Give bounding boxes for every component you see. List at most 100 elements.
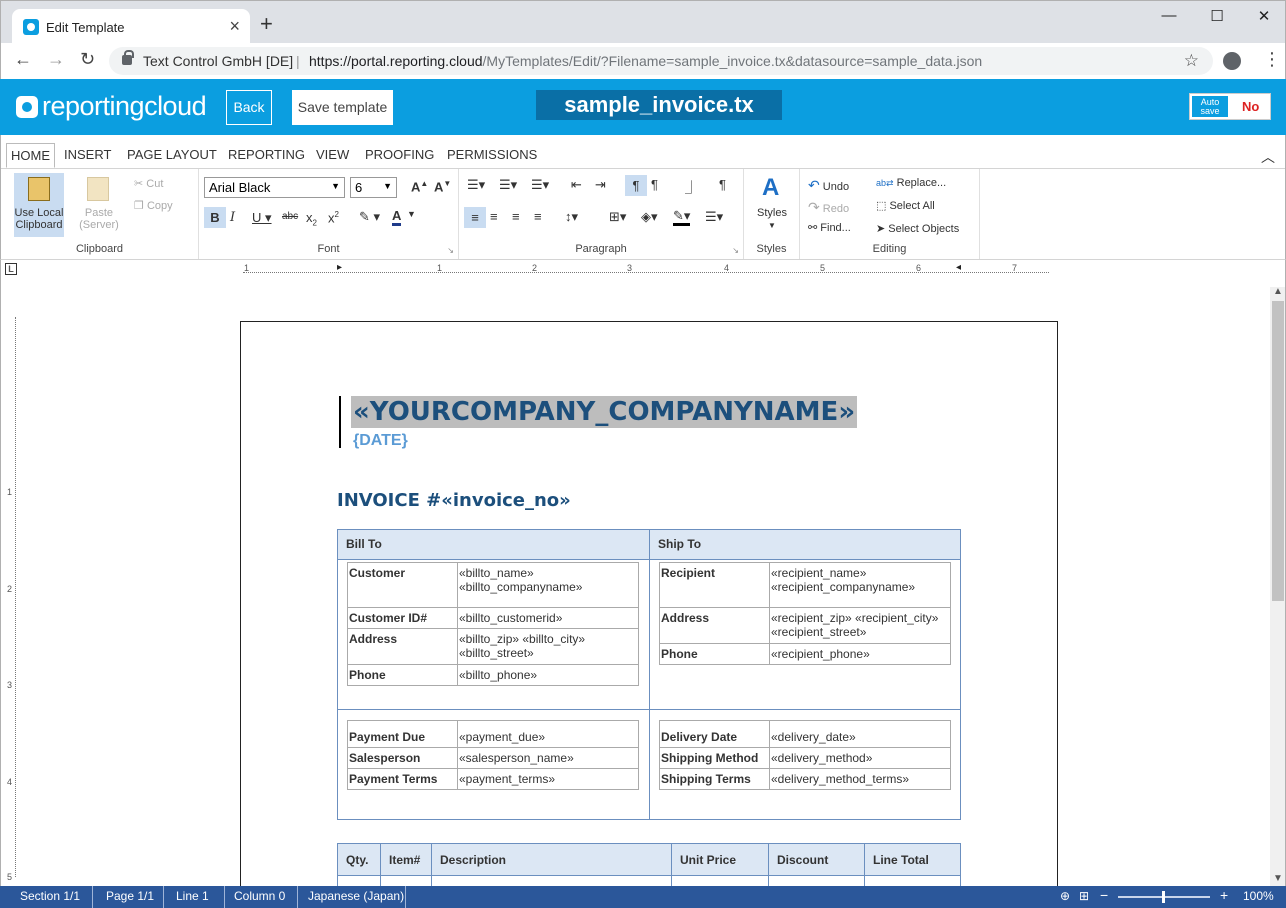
tab-insert[interactable]: INSERT (64, 147, 111, 162)
cell[interactable] (671, 875, 769, 886)
right-indent-marker-icon[interactable]: ◂ (956, 262, 961, 273)
line-spacing-icon[interactable]: ↕▾ (565, 209, 578, 225)
forward-arrow-icon[interactable]: → (47, 49, 65, 70)
ship-to-value[interactable]: «recipient_name» «recipient_companyname» (769, 562, 951, 608)
scroll-up-icon[interactable]: ▲ (1273, 286, 1283, 297)
paste-server-button[interactable]: Paste (Server) (73, 173, 125, 237)
browser-menu-icon[interactable]: ⋮ (1263, 50, 1281, 68)
align-center-icon[interactable]: ≡ (490, 209, 498, 224)
save-template-button[interactable]: Save template (292, 90, 393, 125)
back-button[interactable]: Back (226, 90, 272, 125)
collapse-ribbon-icon[interactable]: ︿ (1261, 147, 1275, 167)
column-header[interactable]: Unit Price (671, 843, 769, 876)
multilevel-list-icon[interactable]: ☰▾ (531, 177, 549, 193)
reload-icon[interactable]: ↻ (80, 49, 95, 70)
select-all-button[interactable]: ⬚ Select All (876, 199, 935, 212)
superscript-icon[interactable]: x2 (328, 210, 339, 225)
status-language[interactable]: Japanese (Japan) (308, 889, 404, 903)
tab-reporting[interactable]: REPORTING (228, 147, 305, 162)
right-to-left-icon[interactable]: ¶ (651, 177, 658, 192)
column-header[interactable]: Line Total (864, 843, 961, 876)
payment-value[interactable]: «payment_due» (457, 720, 639, 748)
tab-view[interactable]: VIEW (316, 147, 349, 162)
address-table[interactable]: Bill To Ship To Customer «billto_name» «bi… (337, 529, 961, 820)
frame-color-icon[interactable]: ✎▾ (673, 209, 691, 226)
cell[interactable] (337, 875, 381, 886)
cell[interactable] (380, 875, 432, 886)
payment-value[interactable]: «salesperson_name» (457, 747, 639, 769)
company-name-field[interactable]: «YOURCOMPANY_COMPANYNAME» (351, 396, 858, 428)
vertical-ruler[interactable]: 1 2 3 4 5 (0, 287, 26, 886)
document-workspace[interactable]: «YOURCOMPANY_COMPANYNAME» {DATE} INVOICE… (26, 287, 1270, 886)
align-left-icon[interactable]: ≡ (464, 207, 486, 228)
page-break-icon[interactable]: ⏌ (685, 177, 698, 196)
highlight-color-icon[interactable]: ✎ ▾ (359, 209, 380, 225)
paragraph-dialog-launcher-icon[interactable]: ↘ (732, 246, 739, 255)
use-local-clipboard-button[interactable]: Use Local Clipboard (14, 173, 64, 237)
bill-to-value[interactable]: «billto_name» «billto_companyname» (457, 562, 639, 608)
chevron-down-icon[interactable]: ▼ (407, 209, 416, 219)
date-field[interactable]: {DATE} (353, 432, 408, 450)
column-header[interactable]: Discount (768, 843, 865, 876)
zoom-out-button[interactable]: − (1100, 887, 1108, 903)
invoice-title[interactable]: INVOICE #«invoice_no» (337, 490, 571, 511)
find-button[interactable]: ⚯ Find... (808, 221, 851, 234)
font-name-select[interactable]: Arial Black ▼ (204, 177, 345, 198)
bill-to-value[interactable]: «billto_phone» (457, 664, 639, 686)
scrollbar-thumb[interactable] (1272, 301, 1284, 601)
tab-home[interactable]: HOME (6, 143, 55, 168)
scroll-down-icon[interactable]: ▼ (1273, 873, 1283, 884)
redo-button[interactable]: ↷ Redo (808, 199, 849, 216)
undo-button[interactable]: ↶ Undo (808, 177, 849, 194)
select-objects-button[interactable]: ➤ Select Objects (876, 222, 959, 235)
column-header[interactable]: Qty. (337, 843, 381, 876)
vertical-scrollbar[interactable]: ▲ ▼ (1270, 286, 1286, 886)
subscript-icon[interactable]: x2 (306, 210, 317, 228)
strikethrough-icon[interactable]: abc (282, 211, 298, 222)
zoom-slider-handle[interactable] (1162, 891, 1165, 903)
back-arrow-icon[interactable]: ← (14, 49, 32, 70)
numbering-icon[interactable]: ☰▾ (499, 177, 517, 193)
left-to-right-icon[interactable]: ¶ (625, 175, 647, 196)
url-input[interactable]: Text Control GmbH [DE] | https://portal.… (109, 47, 1213, 75)
close-window-icon[interactable]: ✕ (1249, 7, 1279, 25)
delivery-value[interactable]: «delivery_method» (769, 747, 951, 769)
horizontal-ruler[interactable]: L 1 1 2 3 4 5 6 7 ▸ ◂ (0, 260, 1286, 287)
new-tab-icon[interactable]: + (260, 13, 273, 35)
increase-indent-icon[interactable]: ⇥ (595, 177, 606, 193)
ship-to-value[interactable]: «recipient_phone» (769, 643, 951, 665)
bullets-icon[interactable]: ☰▾ (467, 177, 485, 193)
show-formatting-icon[interactable]: ¶ (719, 177, 726, 192)
cell[interactable] (431, 875, 672, 886)
font-color-icon[interactable]: A (392, 209, 402, 226)
bill-to-value[interactable]: «billto_customerid» (457, 607, 639, 629)
bookmark-star-icon[interactable]: ☆ (1184, 51, 1199, 71)
payment-value[interactable]: «payment_terms» (457, 768, 639, 790)
font-dialog-launcher-icon[interactable]: ↘ (447, 246, 454, 255)
column-header[interactable]: Item# (380, 843, 432, 876)
shading-icon[interactable]: ◈▾ (641, 209, 658, 225)
bold-icon[interactable]: B (204, 207, 226, 228)
cut-button[interactable]: ✂ Cut (134, 177, 163, 190)
grow-font-icon[interactable]: A▲ (411, 179, 428, 194)
tab-page-layout[interactable]: PAGE LAYOUT (127, 147, 217, 162)
frame-style-icon[interactable]: ☰▾ (705, 209, 723, 225)
account-icon[interactable] (1223, 52, 1241, 70)
ship-to-value[interactable]: «recipient_zip» «recipient_city» «recipie… (769, 607, 951, 644)
shrink-font-icon[interactable]: A▼ (434, 179, 451, 194)
bill-to-value[interactable]: «billto_zip» «billto_city» «billto_street… (457, 628, 639, 665)
replace-button[interactable]: ab⇄ Replace... (876, 177, 946, 189)
column-header[interactable]: Description (431, 843, 672, 876)
fit-page-icon[interactable]: ⊕ (1060, 889, 1070, 903)
tab-proofing[interactable]: PROOFING (365, 147, 434, 162)
browser-tab[interactable]: Edit Template × (12, 9, 250, 45)
document-page[interactable]: «YOURCOMPANY_COMPANYNAME» {DATE} INVOICE… (240, 321, 1058, 886)
close-tab-icon[interactable]: × (229, 16, 240, 37)
minimize-icon[interactable]: — (1154, 7, 1184, 24)
line-items-table[interactable]: Qty. Item# Description Unit Price Discou… (337, 843, 961, 886)
copy-button[interactable]: ❐ Copy (134, 199, 173, 212)
tab-stop-selector-icon[interactable]: L (5, 263, 17, 275)
borders-icon[interactable]: ⊞▾ (609, 209, 626, 225)
maximize-icon[interactable]: ☐ (1202, 7, 1232, 25)
tab-permissions[interactable]: PERMISSIONS (447, 147, 537, 162)
